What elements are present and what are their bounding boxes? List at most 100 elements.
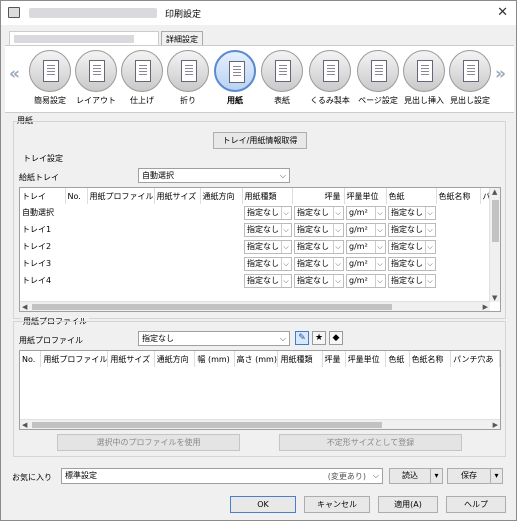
- nav-item-tab-settings[interactable]: 見出し設定: [447, 50, 493, 106]
- scroll-thumb[interactable]: [492, 200, 499, 242]
- printer-icon: [8, 7, 20, 18]
- nav-item-quick-setup[interactable]: 簡易設定: [27, 50, 73, 106]
- col-header[interactable]: 用紙サイズ: [107, 351, 155, 367]
- tray-table-vscrollbar[interactable]: ▲ ▼: [489, 188, 500, 302]
- color-select[interactable]: 指定なし ⌵: [388, 256, 436, 271]
- paper-type-value: 指定なし: [247, 258, 279, 268]
- color-select[interactable]: 指定なし ⌵: [388, 222, 436, 237]
- col-header[interactable]: 色紙名称: [409, 351, 452, 367]
- scroll-right-arrow[interactable]: »: [495, 64, 506, 84]
- nav-item-tab-insert[interactable]: 見出し挿入: [401, 50, 447, 106]
- scroll-right-icon[interactable]: ▶: [493, 421, 498, 429]
- col-header[interactable]: 色紙名称: [436, 188, 481, 204]
- weight-select[interactable]: 指定なし ⌵: [294, 205, 344, 220]
- color-select[interactable]: 指定なし ⌵: [388, 205, 436, 220]
- changed-note: (変更あり): [327, 472, 366, 481]
- weight-select[interactable]: 指定なし ⌵: [294, 273, 344, 288]
- help-button[interactable]: ヘルプ: [446, 496, 506, 513]
- col-header[interactable]: 色紙: [386, 188, 437, 204]
- profile-value: 指定なし: [142, 334, 174, 343]
- table-row[interactable]: トレイ3 指定なし ⌵ 指定なし ⌵ g/m² ⌵ 指定なし ⌵: [20, 255, 495, 272]
- col-header[interactable]: 通紙方向: [154, 351, 196, 367]
- col-header[interactable]: 用紙プロファイル: [87, 188, 155, 204]
- scroll-thumb[interactable]: [32, 422, 382, 428]
- table-row[interactable]: トレイ4 指定なし ⌵ 指定なし ⌵ g/m² ⌵ 指定なし ⌵: [20, 272, 495, 289]
- color-select[interactable]: 指定なし ⌵: [388, 239, 436, 254]
- paper-type-select[interactable]: 指定なし ⌵: [244, 239, 292, 254]
- col-header[interactable]: No.: [20, 351, 42, 367]
- nav-item-fold[interactable]: 折り: [165, 50, 211, 106]
- tray-table-hscrollbar[interactable]: ◀ ▶: [20, 301, 490, 311]
- tab-basic[interactable]: [9, 31, 159, 45]
- nav-item-layout[interactable]: レイアウト: [73, 50, 119, 106]
- nav-item-perfect-binding[interactable]: くるみ製本: [307, 50, 353, 106]
- col-header[interactable]: No.: [65, 188, 88, 204]
- cover-icon: [261, 50, 303, 92]
- paper-type-select[interactable]: 指定なし ⌵: [244, 256, 292, 271]
- unit-select[interactable]: g/m² ⌵: [346, 222, 386, 237]
- paper-type-select[interactable]: 指定なし ⌵: [244, 222, 292, 237]
- tab-detail[interactable]: 詳細設定: [161, 31, 203, 45]
- col-header[interactable]: 高さ (mm): [234, 351, 279, 367]
- nav-item-finishing[interactable]: 仕上げ: [119, 50, 165, 106]
- weight-select[interactable]: 指定なし ⌵: [294, 256, 344, 271]
- load-split-button[interactable]: 読込 ▾: [389, 468, 443, 484]
- save-split-button[interactable]: 保存 ▾: [447, 468, 503, 484]
- col-header[interactable]: 坪量: [292, 188, 345, 204]
- ok-button[interactable]: OK: [230, 496, 296, 513]
- unit-select[interactable]: g/m² ⌵: [346, 273, 386, 288]
- feed-tray-select[interactable]: 自動選択 ⌵: [138, 168, 290, 183]
- save-button[interactable]: 保存: [448, 469, 490, 483]
- load-button[interactable]: 読込: [390, 469, 430, 483]
- chevron-down-icon[interactable]: ▾: [490, 469, 502, 483]
- col-header[interactable]: 用紙プロファイル: [40, 351, 109, 367]
- col-header[interactable]: 坪量: [322, 351, 346, 367]
- table-row[interactable]: トレイ1 指定なし ⌵ 指定なし ⌵ g/m² ⌵ 指定なし ⌵: [20, 221, 495, 238]
- col-header[interactable]: パンチ穴あ: [450, 351, 500, 367]
- unit-select[interactable]: g/m² ⌵: [346, 256, 386, 271]
- color-select[interactable]: 指定なし ⌵: [388, 273, 436, 288]
- col-header[interactable]: 用紙サイズ: [154, 188, 201, 204]
- col-header[interactable]: 用紙種類: [277, 351, 323, 367]
- star-icon[interactable]: ★: [312, 331, 326, 345]
- favorites-select[interactable]: 標準設定 (変更あり) ⌵: [61, 468, 383, 484]
- profile-select[interactable]: 指定なし ⌵: [138, 331, 290, 346]
- scroll-left-arrow[interactable]: «: [9, 64, 20, 84]
- unit-select[interactable]: g/m² ⌵: [346, 239, 386, 254]
- chevron-down-icon[interactable]: ▾: [430, 469, 442, 483]
- profile-table-hscrollbar[interactable]: ◀ ▶: [20, 419, 500, 429]
- col-header[interactable]: 坪量単位: [344, 188, 387, 204]
- unit-select[interactable]: g/m² ⌵: [346, 205, 386, 220]
- edit-profile-icon[interactable]: ✎: [295, 331, 309, 345]
- printer-name-redacted: [29, 8, 157, 18]
- col-header[interactable]: 通紙方向: [200, 188, 243, 204]
- col-header[interactable]: 坪量単位: [345, 351, 387, 367]
- scroll-thumb[interactable]: [32, 304, 392, 310]
- nav-item-paper[interactable]: 用紙: [212, 50, 258, 106]
- table-row[interactable]: 自動選択 指定なし ⌵ 指定なし ⌵ g/m² ⌵ 指定なし ⌵: [20, 204, 495, 221]
- tab-strip: 詳細設定: [5, 31, 513, 45]
- col-header[interactable]: 幅 (mm): [194, 351, 235, 367]
- nav-item-page-setup[interactable]: ページ設定: [355, 50, 401, 106]
- register-custom-size-button[interactable]: 不定形サイズとして登録: [279, 434, 462, 451]
- paper-type-select[interactable]: 指定なし ⌵: [244, 205, 292, 220]
- weight-select[interactable]: 指定なし ⌵: [294, 239, 344, 254]
- use-selected-profile-button[interactable]: 選択中のプロファイルを使用: [57, 434, 240, 451]
- paper-type-select[interactable]: 指定なし ⌵: [244, 273, 292, 288]
- tag-icon[interactable]: ◆: [329, 331, 343, 345]
- table-row[interactable]: トレイ2 指定なし ⌵ 指定なし ⌵ g/m² ⌵ 指定なし ⌵: [20, 238, 495, 255]
- scroll-left-icon[interactable]: ◀: [22, 303, 27, 311]
- col-header[interactable]: トレイ: [20, 188, 66, 204]
- cancel-button[interactable]: キャンセル: [304, 496, 370, 513]
- scroll-down-icon[interactable]: ▼: [492, 294, 497, 302]
- get-tray-info-button[interactable]: トレイ/用紙情報取得: [213, 132, 307, 149]
- col-header[interactable]: 色紙: [385, 351, 410, 367]
- scroll-left-icon[interactable]: ◀: [22, 421, 27, 429]
- col-header[interactable]: 用紙種類: [242, 188, 293, 204]
- apply-button[interactable]: 適用(A): [378, 496, 438, 513]
- weight-select[interactable]: 指定なし ⌵: [294, 222, 344, 237]
- nav-item-cover[interactable]: 表紙: [259, 50, 305, 106]
- close-icon[interactable]: ✕: [497, 5, 508, 20]
- scroll-right-icon[interactable]: ▶: [483, 303, 488, 311]
- scroll-up-icon[interactable]: ▲: [492, 188, 497, 196]
